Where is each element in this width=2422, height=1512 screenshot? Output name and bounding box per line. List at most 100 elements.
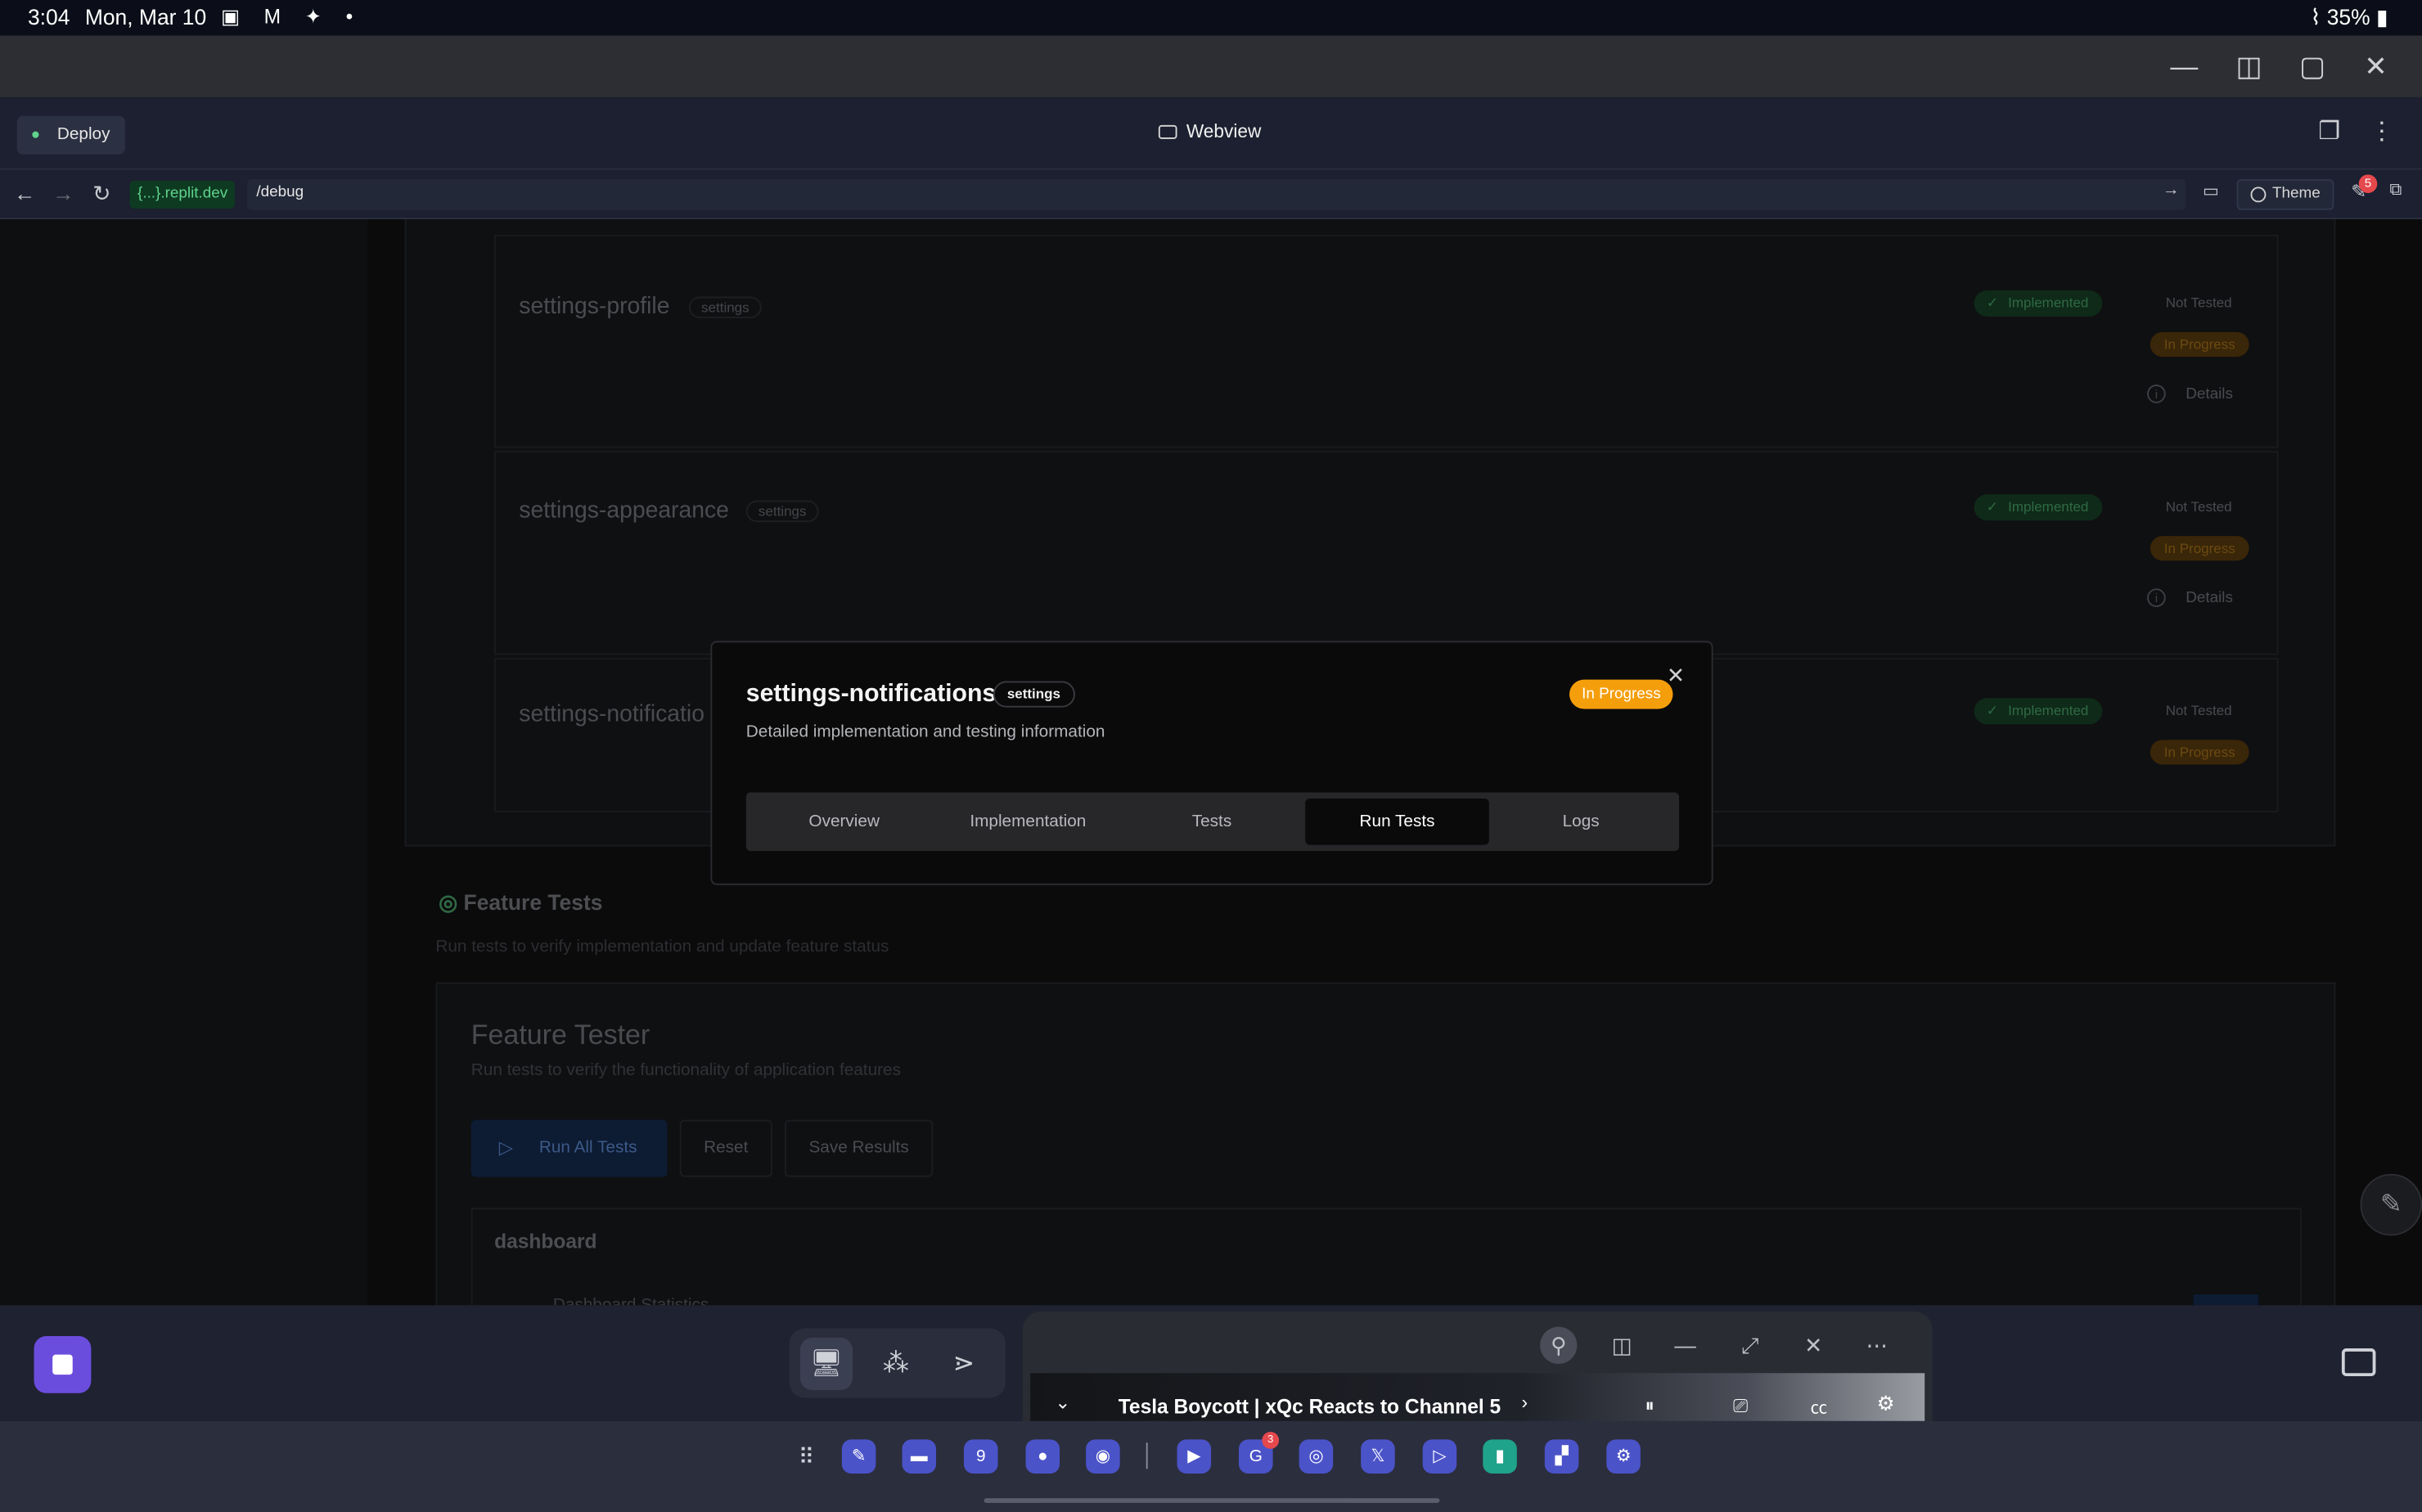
implemented-badge: Implemented xyxy=(1974,290,2103,317)
app-dock: ⠿ ✎ ▬ 9 ● ◉ ▶ G3 ◎ 𝕏 ▷ ▮ ▞ ⚙ xyxy=(0,1420,2422,1512)
edit-pencil-button[interactable]: ✎ xyxy=(2360,1173,2422,1236)
calendar-app-icon[interactable]: 9 xyxy=(963,1439,998,1474)
dock-separator xyxy=(1146,1442,1148,1469)
close-icon[interactable]: ✕ xyxy=(1667,664,1685,686)
camera-app-icon[interactable]: ◉ xyxy=(1086,1439,1120,1474)
feature-name: settings-appearance xyxy=(519,497,729,524)
url-host: {...}.replit.dev xyxy=(129,180,236,209)
device-icon[interactable]: ▭ xyxy=(2203,181,2219,201)
test-group-card xyxy=(470,1208,2302,1306)
url-bar: ← → ↻ {...}.replit.dev /debug → ▭ Theme … xyxy=(0,169,2422,220)
cast-icon[interactable]: ⎚ xyxy=(1733,1395,1748,1418)
notification-badge: 5 xyxy=(2358,174,2378,193)
run-all-tests-button[interactable]: ▷ Run All Tests xyxy=(470,1119,668,1177)
notification-icons: ▣ M ✦ • xyxy=(220,4,362,28)
open-external-icon[interactable]: ⧉ xyxy=(2389,181,2402,201)
feature-name: settings-notificatio xyxy=(519,701,705,728)
split-view-icon[interactable]: ◫ xyxy=(2231,48,2267,85)
webview-title-text: Webview xyxy=(1186,120,1262,142)
home-indicator[interactable] xyxy=(984,1498,1440,1503)
forward-icon[interactable]: → xyxy=(52,181,74,205)
tab-logs[interactable]: Logs xyxy=(1489,799,1673,845)
settings-app-icon[interactable]: ⚙ xyxy=(1606,1439,1641,1474)
battery-status: ⌇ 35% ▮ xyxy=(2310,5,2388,31)
reload-icon[interactable]: ↻ xyxy=(92,181,110,207)
vault-app-icon[interactable]: ▮ xyxy=(1483,1439,1517,1474)
deploy-label: Deploy xyxy=(56,124,110,144)
go-icon[interactable]: → xyxy=(2163,181,2180,200)
tab-tests[interactable]: Tests xyxy=(1120,799,1304,845)
feature-tests-heading: ◎ Feature Tests xyxy=(439,889,602,916)
test-item: Dashboard Statistics xyxy=(552,1295,709,1306)
collapse-chevron-icon[interactable]: ⌄ xyxy=(1055,1392,1070,1413)
details-button[interactable]: i Details xyxy=(2147,385,2233,403)
details-button[interactable]: i Details xyxy=(2147,588,2233,607)
url-input[interactable] xyxy=(247,178,2186,210)
pip-window[interactable]: ⚲ ◫ — ⤢ ✕ ⋯ ⌄ Tesla Boycott | xQc Reacts… xyxy=(1022,1311,1933,1423)
window-titlebar: — ◫ ▢ ✕ xyxy=(0,35,2422,97)
back-icon[interactable]: ← xyxy=(14,181,35,205)
save-results-button[interactable]: Save Results xyxy=(785,1119,934,1177)
captions-icon[interactable]: ㏄ xyxy=(1811,1395,1828,1420)
theme-button[interactable]: Theme xyxy=(2236,178,2334,210)
feature-tests-title: Feature Tests xyxy=(463,889,603,915)
battery-icon: ▮ xyxy=(2375,4,2388,29)
not-tested-badge: Not Tested xyxy=(2165,295,2232,311)
calendar-day: 9 xyxy=(975,1447,986,1466)
feature-tester-title: Feature Tester xyxy=(470,1019,651,1051)
theme-label: Theme xyxy=(2271,185,2321,203)
expand-icon[interactable]: ⤢ xyxy=(1731,1327,1768,1364)
minimize-pip-icon[interactable]: — xyxy=(1667,1327,1704,1364)
stop-button[interactable] xyxy=(34,1335,92,1393)
tab-overview[interactable]: Overview xyxy=(752,799,936,845)
pin-icon[interactable]: ⚲ xyxy=(1540,1326,1578,1364)
more-pip-icon[interactable]: ⋯ xyxy=(1858,1327,1895,1364)
feature-card[interactable] xyxy=(494,451,2279,655)
more-options-icon[interactable]: ⋮ xyxy=(2363,115,2400,151)
flow-mode-icon[interactable]: ⋗ xyxy=(938,1338,990,1390)
desktop-mode-icon[interactable]: 🖥 xyxy=(799,1337,853,1391)
split-icon[interactable]: ◫ xyxy=(1604,1327,1641,1364)
tab-run-tests[interactable]: Run Tests xyxy=(1305,798,1489,845)
pause-icon[interactable]: ⏸ xyxy=(1645,1395,1654,1418)
gmail-app-icon[interactable]: G3 xyxy=(1239,1431,1280,1474)
run-test-button[interactable] xyxy=(2193,1294,2258,1306)
in-progress-badge: In Progress xyxy=(2150,536,2249,561)
tab-implementation[interactable]: Implementation xyxy=(936,799,1120,845)
details-label: Details xyxy=(2186,590,2233,607)
deploy-button[interactable]: ● Deploy xyxy=(16,115,126,155)
video-player[interactable]: ⌄ Tesla Boycott | xQc Reacts to Channel … xyxy=(1030,1373,1925,1423)
notes-app-icon[interactable]: ✎ xyxy=(841,1439,876,1474)
tabs-icon[interactable]: ❐ xyxy=(2311,115,2348,151)
app-drawer-icon[interactable]: ⠿ xyxy=(790,1439,824,1474)
wifi-icon: ⌇ xyxy=(2310,4,2327,29)
url-path[interactable]: /debug xyxy=(256,184,304,201)
x-app-icon[interactable]: 𝕏 xyxy=(1361,1439,1395,1474)
puzzle-app-icon[interactable]: ▞ xyxy=(1544,1439,1579,1474)
dialog-description: Detailed implementation and testing info… xyxy=(745,722,1105,742)
feature-name: settings-profile xyxy=(519,293,670,320)
close-pip-icon[interactable]: ✕ xyxy=(1795,1327,1832,1364)
settings-gear-icon[interactable]: ⚙ xyxy=(1877,1392,1895,1416)
play-icon: ▷ xyxy=(498,1136,514,1159)
youtube-app-icon[interactable]: ▶ xyxy=(1177,1439,1212,1474)
messages-app-icon[interactable]: ● xyxy=(1025,1439,1060,1474)
apps-grid-mode-icon[interactable]: ⁂ xyxy=(870,1338,922,1390)
minimize-icon[interactable]: — xyxy=(2166,48,2203,85)
clock: 3:04 xyxy=(27,4,70,29)
popup-view-icon[interactable]: ▢ xyxy=(2294,48,2330,85)
dialog-tabs: Overview Implementation Tests Run Tests … xyxy=(745,792,1680,852)
details-label: Details xyxy=(2186,385,2233,403)
reset-button[interactable]: Reset xyxy=(679,1119,772,1177)
layout-toggle-icon[interactable] xyxy=(2341,1348,2376,1377)
test-group-title: dashboard xyxy=(494,1229,597,1253)
feature-details-dialog: settings-notifications settings Detailed… xyxy=(710,641,1713,885)
chevron-right-icon[interactable]: › xyxy=(1521,1392,1528,1413)
implemented-badge: Implemented xyxy=(1974,494,2103,521)
not-tested-badge: Not Tested xyxy=(2165,498,2232,515)
feature-card[interactable] xyxy=(494,234,2279,448)
close-window-icon[interactable]: ✕ xyxy=(2357,48,2394,85)
play-store-app-icon[interactable]: ▷ xyxy=(1422,1439,1457,1474)
chrome-app-icon[interactable]: ◎ xyxy=(1299,1439,1334,1474)
files-app-icon[interactable]: ▬ xyxy=(902,1439,937,1474)
